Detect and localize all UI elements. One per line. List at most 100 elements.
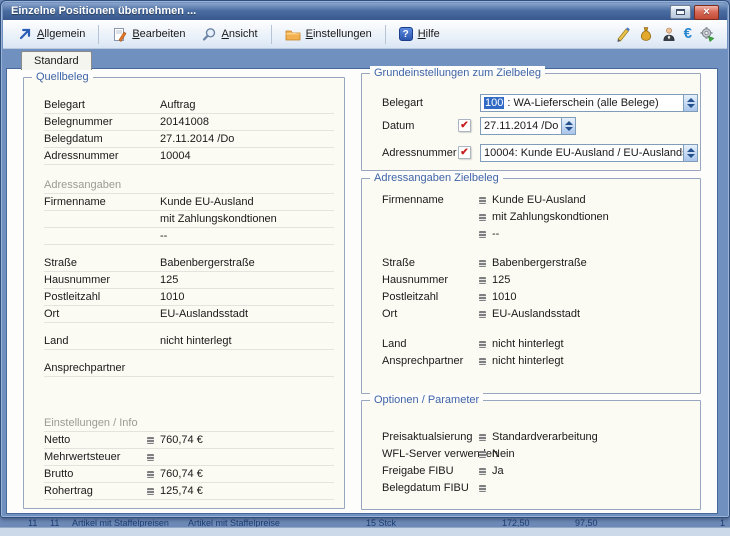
field-row: Land nicht hinterlegt [382, 336, 690, 353]
equals-marker-icon [479, 485, 486, 492]
equals-marker-icon [479, 451, 486, 458]
field-label: Belegdatum [44, 131, 160, 147]
money-bag-icon[interactable] [638, 26, 654, 42]
spinner-button[interactable] [561, 118, 575, 134]
tab-content: Quellbeleg Belegart Auftrag Belegnummer … [7, 69, 717, 513]
belegart-value: 100 : WA-Lieferschein (alle Belege) [481, 95, 683, 111]
datum-input[interactable]: 27.11.2014 /Do [480, 117, 576, 135]
datum-value: 27.11.2014 /Do [481, 118, 561, 134]
menu-label: Einstellungen [306, 28, 372, 40]
field-row: Ansprechpartner [44, 360, 334, 377]
field-label: Postleitzahl [382, 289, 479, 306]
field-value: mit Zahlungskondtionen [492, 209, 609, 226]
field-row: Belegnummer 20141008 [44, 114, 334, 131]
field-row: Preisaktualsierung Standardverarbeitung [382, 429, 690, 446]
field-value: -- [160, 228, 167, 244]
field-value: 125,74 € [160, 483, 203, 500]
field-row: mit Zahlungskondtionen [44, 211, 334, 228]
maximize-button[interactable] [670, 5, 691, 19]
group-adressangaben-zielbeleg: Adressangaben Zielbeleg Firmenname Kunde… [361, 178, 701, 394]
field-value: nicht hinterlegt [492, 353, 564, 370]
field-label: Ansprechpartner [44, 360, 160, 376]
equals-marker-icon [479, 231, 486, 238]
equals-marker-icon [479, 468, 486, 475]
spinner-button[interactable] [683, 95, 697, 111]
section-adressangaben: Adressangaben [44, 177, 334, 194]
section-einstellungen-info: Einstellungen / Info [44, 415, 334, 432]
tab-standard[interactable]: Standard [21, 51, 92, 70]
field-label [44, 228, 160, 244]
field-row: Firmenname Kunde EU-Ausland [382, 192, 690, 209]
field-label: Firmenname [44, 194, 160, 210]
field-value: 1010 [160, 289, 184, 305]
field-label: Belegnummer [44, 114, 160, 130]
field-value: 125 [492, 272, 510, 289]
edit-pen-icon[interactable] [615, 26, 631, 42]
field-label: Land [382, 336, 479, 353]
field-value: Nein [492, 446, 515, 463]
equals-marker-icon [147, 437, 154, 444]
group-optionen-parameter: Optionen / Parameter Preisaktualsierung … [361, 400, 701, 510]
field-label: Straße [44, 255, 160, 271]
field-label: Belegdatum FIBU [382, 480, 479, 497]
toolbar-separator [98, 25, 99, 44]
field-label [382, 226, 479, 243]
field-label: Belegart [44, 97, 160, 113]
field-label: Hausnummer [382, 272, 479, 289]
datum-label: Datum [382, 120, 414, 132]
field-label: Rohertrag [44, 483, 147, 499]
maximize-icon [676, 9, 685, 15]
toolbar: Allgemein Bearbeiten Ansicht Eins [3, 20, 727, 49]
field-row: Brutto 760,74 € [44, 466, 334, 483]
euro-icon[interactable]: € [684, 26, 692, 42]
field-value: 760,74 € [160, 466, 203, 483]
field-value: 125 [160, 272, 178, 288]
field-row: Hausnummer 125 [44, 272, 334, 289]
field-row: Belegdatum FIBU [382, 480, 690, 497]
field-value: EU-Auslandsstadt [492, 306, 580, 323]
menu-label: Ansicht [222, 28, 258, 40]
field-label: Freigabe FIBU [382, 463, 479, 480]
field-row: Ansprechpartner nicht hinterlegt [382, 353, 690, 370]
field-label: Land [44, 333, 160, 349]
equals-marker-icon [147, 488, 154, 495]
field-row: Postleitzahl 1010 [382, 289, 690, 306]
field-value: 10004 [160, 148, 191, 164]
menu-allgemein[interactable]: Allgemein [11, 24, 92, 44]
field-label: Straße [382, 255, 479, 272]
datum-apply-checkbox[interactable]: ✔ [458, 119, 471, 132]
adressnummer-input[interactable]: 10004: Kunde EU-Ausland / EU-Auslandssta… [480, 144, 698, 162]
field-value: -- [492, 226, 499, 243]
field-row: Land nicht hinterlegt [44, 333, 334, 350]
menu-ansicht[interactable]: Ansicht [195, 24, 265, 45]
equals-marker-icon [479, 434, 486, 441]
field-row: -- [44, 228, 334, 245]
field-label [382, 209, 479, 226]
field-row: Hausnummer 125 [382, 272, 690, 289]
gear-sync-icon[interactable] [699, 26, 715, 42]
arrow-up-right-icon [18, 27, 32, 41]
field-label: WFL-Server verwenden [382, 446, 479, 463]
belegart-combobox[interactable]: 100 : WA-Lieferschein (alle Belege) [480, 94, 698, 112]
field-row: Mehrwertsteuer [44, 449, 334, 466]
dialog-window: Einzelne Positionen übernehmen ... × All… [0, 0, 730, 518]
spinner-button[interactable] [683, 145, 697, 161]
field-label: Postleitzahl [44, 289, 160, 305]
field-value: Ja [492, 463, 504, 480]
customer-icon[interactable] [661, 26, 677, 42]
menu-hilfe[interactable]: ? Hilfe [392, 24, 447, 44]
menu-einstellungen[interactable]: Einstellungen [278, 24, 379, 44]
background-strip [0, 527, 730, 536]
group-legend: Grundeinstellungen zum Zielbeleg [370, 66, 545, 80]
menu-bearbeiten[interactable]: Bearbeiten [105, 24, 192, 45]
adressnummer-apply-checkbox[interactable]: ✔ [458, 146, 471, 159]
field-row: Rohertrag 125,74 € [44, 483, 334, 500]
group-legend: Optionen / Parameter [370, 393, 483, 407]
field-value: Babenbergerstraße [160, 255, 255, 271]
group-quellbeleg: Quellbeleg Belegart Auftrag Belegnummer … [23, 77, 345, 509]
field-value: nicht hinterlegt [492, 336, 564, 353]
menu-label: Allgemein [37, 28, 85, 40]
folder-settings-icon [285, 27, 301, 41]
field-row: Freigabe FIBU Ja [382, 463, 690, 480]
close-button[interactable]: × [694, 5, 719, 20]
